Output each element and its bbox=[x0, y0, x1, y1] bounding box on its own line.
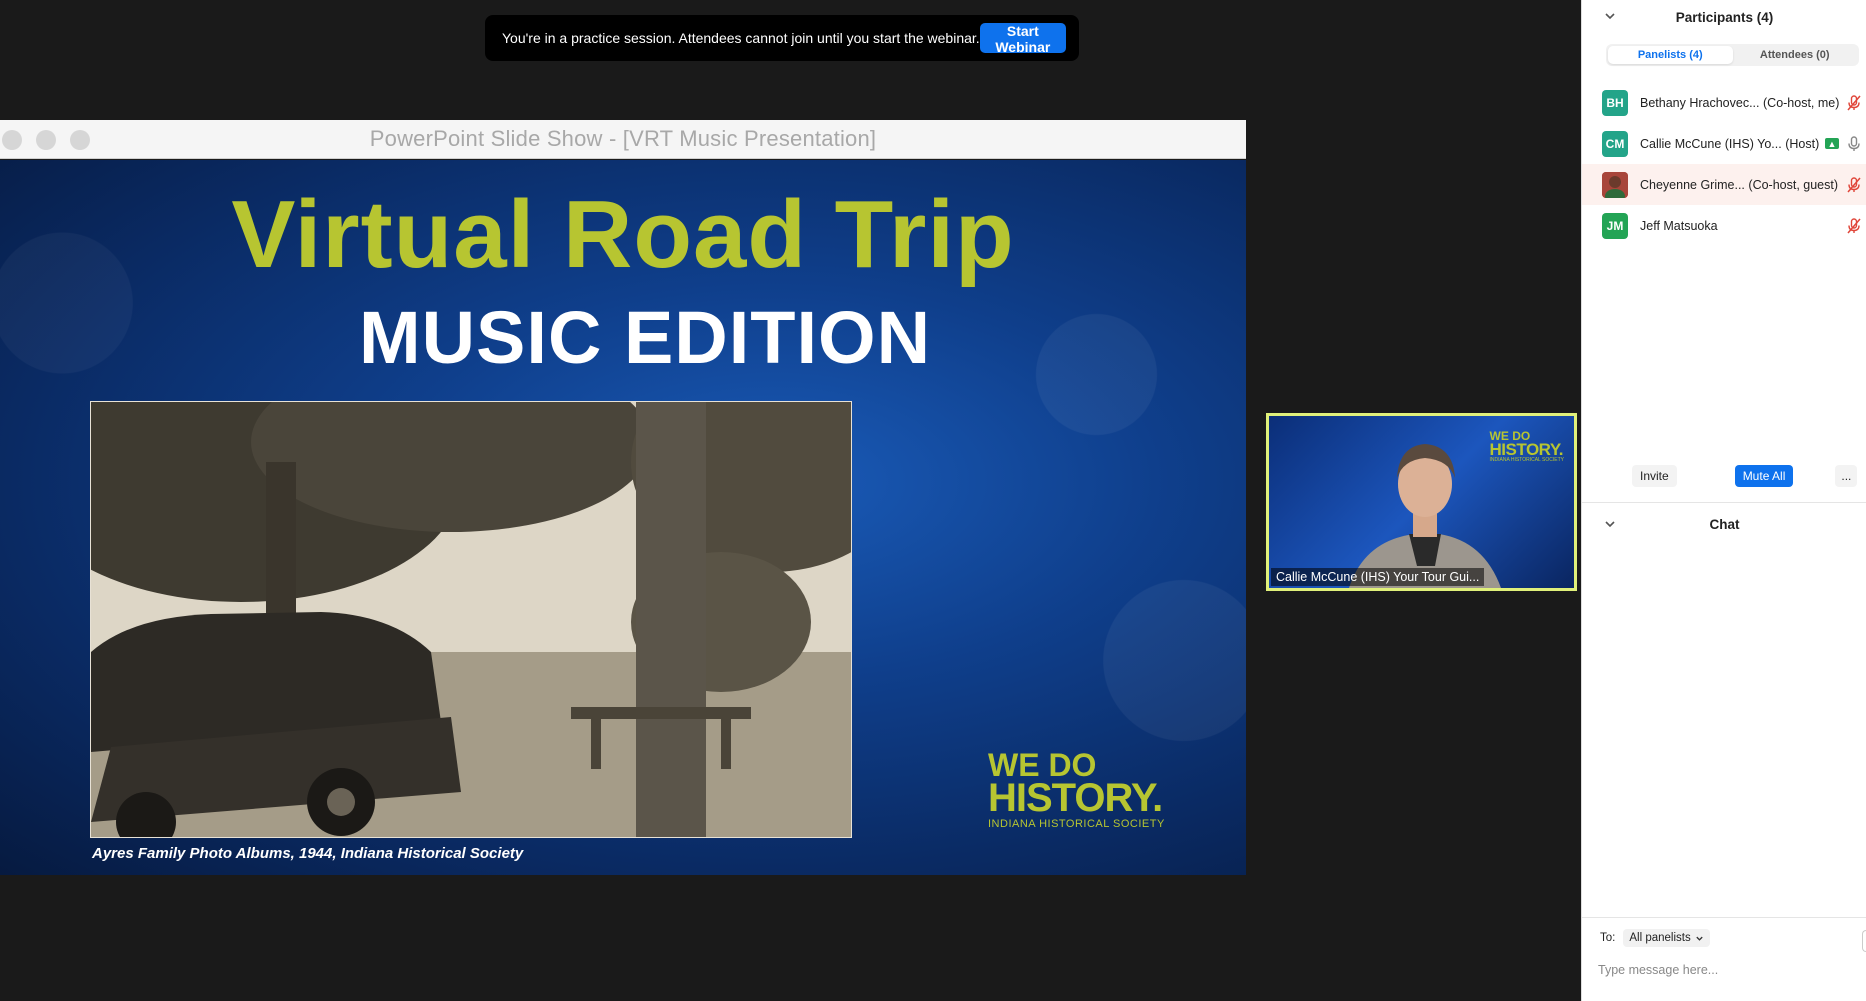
tab-panelists[interactable]: Panelists (4) bbox=[1608, 46, 1733, 64]
banner-text: You're in a practice session. Attendees … bbox=[502, 30, 980, 46]
panel-edge-handle[interactable] bbox=[1862, 930, 1866, 952]
participants-tabs: Panelists (4) Attendees (0) bbox=[1606, 44, 1859, 66]
participant-row[interactable]: CM Callie McCune (IHS) Yo... (Host) ▲ bbox=[1582, 123, 1866, 164]
close-window-button[interactable] bbox=[2, 130, 22, 150]
chat-recipient-select[interactable]: All panelists bbox=[1623, 929, 1710, 947]
chat-title: Chat bbox=[1709, 516, 1740, 532]
slideshow-titlebar: PowerPoint Slide Show - [VRT Music Prese… bbox=[0, 120, 1246, 159]
chat-recipient-value: All panelists bbox=[1629, 932, 1691, 944]
chevron-down-icon bbox=[1696, 936, 1703, 941]
invite-button[interactable]: Invite bbox=[1632, 465, 1677, 487]
participant-name-text: Callie McCune (IHS) Yo... bbox=[1640, 136, 1782, 151]
participant-row[interactable]: BH Bethany Hrachovec... (Co-host, me) bbox=[1582, 82, 1866, 123]
participant-name: Callie McCune (IHS) Yo... (Host) bbox=[1640, 137, 1825, 151]
mic-muted-icon[interactable] bbox=[1845, 94, 1863, 112]
slide-photo bbox=[90, 401, 852, 838]
minimize-window-button[interactable] bbox=[36, 130, 56, 150]
participants-list: BH Bethany Hrachovec... (Co-host, me) CM… bbox=[1582, 82, 1866, 246]
profile-photo-icon bbox=[1602, 171, 1628, 198]
logo-line-2: HISTORY. bbox=[988, 776, 1163, 820]
participants-actions: Invite Mute All ... bbox=[1582, 465, 1866, 487]
logo-line-3: INDIANA HISTORICAL SOCIETY bbox=[988, 818, 1165, 830]
participants-title: Participants (4) bbox=[1675, 9, 1774, 25]
avatar: CM bbox=[1602, 130, 1628, 157]
avatar bbox=[1602, 171, 1628, 198]
practice-session-banner: You're in a practice session. Attendees … bbox=[485, 15, 1079, 61]
participant-name: Bethany Hrachovec... (Co-host, me) bbox=[1640, 96, 1845, 110]
slide-content: Virtual Road Trip MUSIC EDITION Ayres Fa… bbox=[0, 160, 1246, 875]
slide-subheading: MUSIC EDITION bbox=[358, 296, 932, 379]
we-do-history-logo: WE DO HISTORY. INDIANA HISTORICAL SOCIET… bbox=[988, 749, 1165, 830]
video-background-logo: WE DO HISTORY. INDIANA HISTORICAL SOCIET… bbox=[1490, 430, 1564, 463]
participant-role: (Co-host, guest) bbox=[1748, 177, 1839, 192]
mute-all-button[interactable]: Mute All bbox=[1734, 465, 1794, 487]
mic-icon[interactable] bbox=[1845, 135, 1863, 153]
participant-name: Cheyenne Grime... (Co-host, guest) bbox=[1640, 178, 1845, 192]
screen-share-icon: ▲ bbox=[1825, 138, 1839, 149]
participants-header: Participants (4) bbox=[1582, 0, 1866, 34]
participant-role: (Host) bbox=[1785, 136, 1820, 151]
mic-muted-icon[interactable] bbox=[1845, 217, 1863, 235]
chevron-down-icon[interactable] bbox=[1602, 516, 1618, 532]
more-options-button[interactable]: ... bbox=[1835, 465, 1858, 487]
video-name-label: Callie McCune (IHS) Your Tour Gui... bbox=[1271, 568, 1485, 586]
active-speaker-video[interactable]: WE DO HISTORY. INDIANA HISTORICAL SOCIET… bbox=[1266, 413, 1577, 591]
participant-name-text: Cheyenne Grime... bbox=[1640, 177, 1745, 192]
slideshow-window-title: PowerPoint Slide Show - [VRT Music Prese… bbox=[369, 126, 877, 151]
participant-name: Jeff Matsuoka bbox=[1640, 219, 1845, 233]
participant-row[interactable]: Cheyenne Grime... (Co-host, guest) bbox=[1582, 164, 1866, 205]
slideshow-window: PowerPoint Slide Show - [VRT Music Prese… bbox=[0, 120, 1246, 885]
chat-header: Chat bbox=[1582, 510, 1866, 538]
chevron-down-icon[interactable] bbox=[1602, 8, 1618, 24]
avatar: BH bbox=[1602, 89, 1628, 116]
mic-muted-icon[interactable] bbox=[1845, 176, 1863, 194]
video-logo-line-3: INDIANA HISTORICAL SOCIETY bbox=[1489, 457, 1564, 463]
right-side-panel: Participants (4) Panelists (4) Attendees… bbox=[1581, 0, 1866, 1001]
participant-name-text: Jeff Matsuoka bbox=[1640, 218, 1718, 233]
video-logo-line-2: HISTORY. bbox=[1489, 440, 1564, 459]
chat-footer-divider bbox=[1582, 917, 1866, 918]
avatar: JM bbox=[1602, 212, 1628, 239]
participant-role: (Co-host, me) bbox=[1763, 95, 1840, 110]
slide-heading: Virtual Road Trip bbox=[231, 181, 1015, 288]
participant-name-text: Bethany Hrachovec... bbox=[1640, 95, 1760, 110]
chat-recipient-row: To: All panelists bbox=[1600, 929, 1710, 947]
window-controls bbox=[2, 130, 90, 150]
tab-attendees[interactable]: Attendees (0) bbox=[1733, 46, 1858, 64]
slide-photo-caption: Ayres Family Photo Albums, 1944, Indiana… bbox=[92, 845, 524, 862]
panel-divider bbox=[1582, 502, 1866, 503]
chat-to-label: To: bbox=[1600, 932, 1616, 944]
maximize-window-button[interactable] bbox=[70, 130, 90, 150]
participant-row[interactable]: JM Jeff Matsuoka bbox=[1582, 205, 1866, 246]
chat-message-input[interactable] bbox=[1596, 958, 1850, 982]
vintage-car-photo bbox=[91, 402, 851, 837]
start-webinar-button[interactable]: Start Webinar bbox=[979, 23, 1066, 55]
